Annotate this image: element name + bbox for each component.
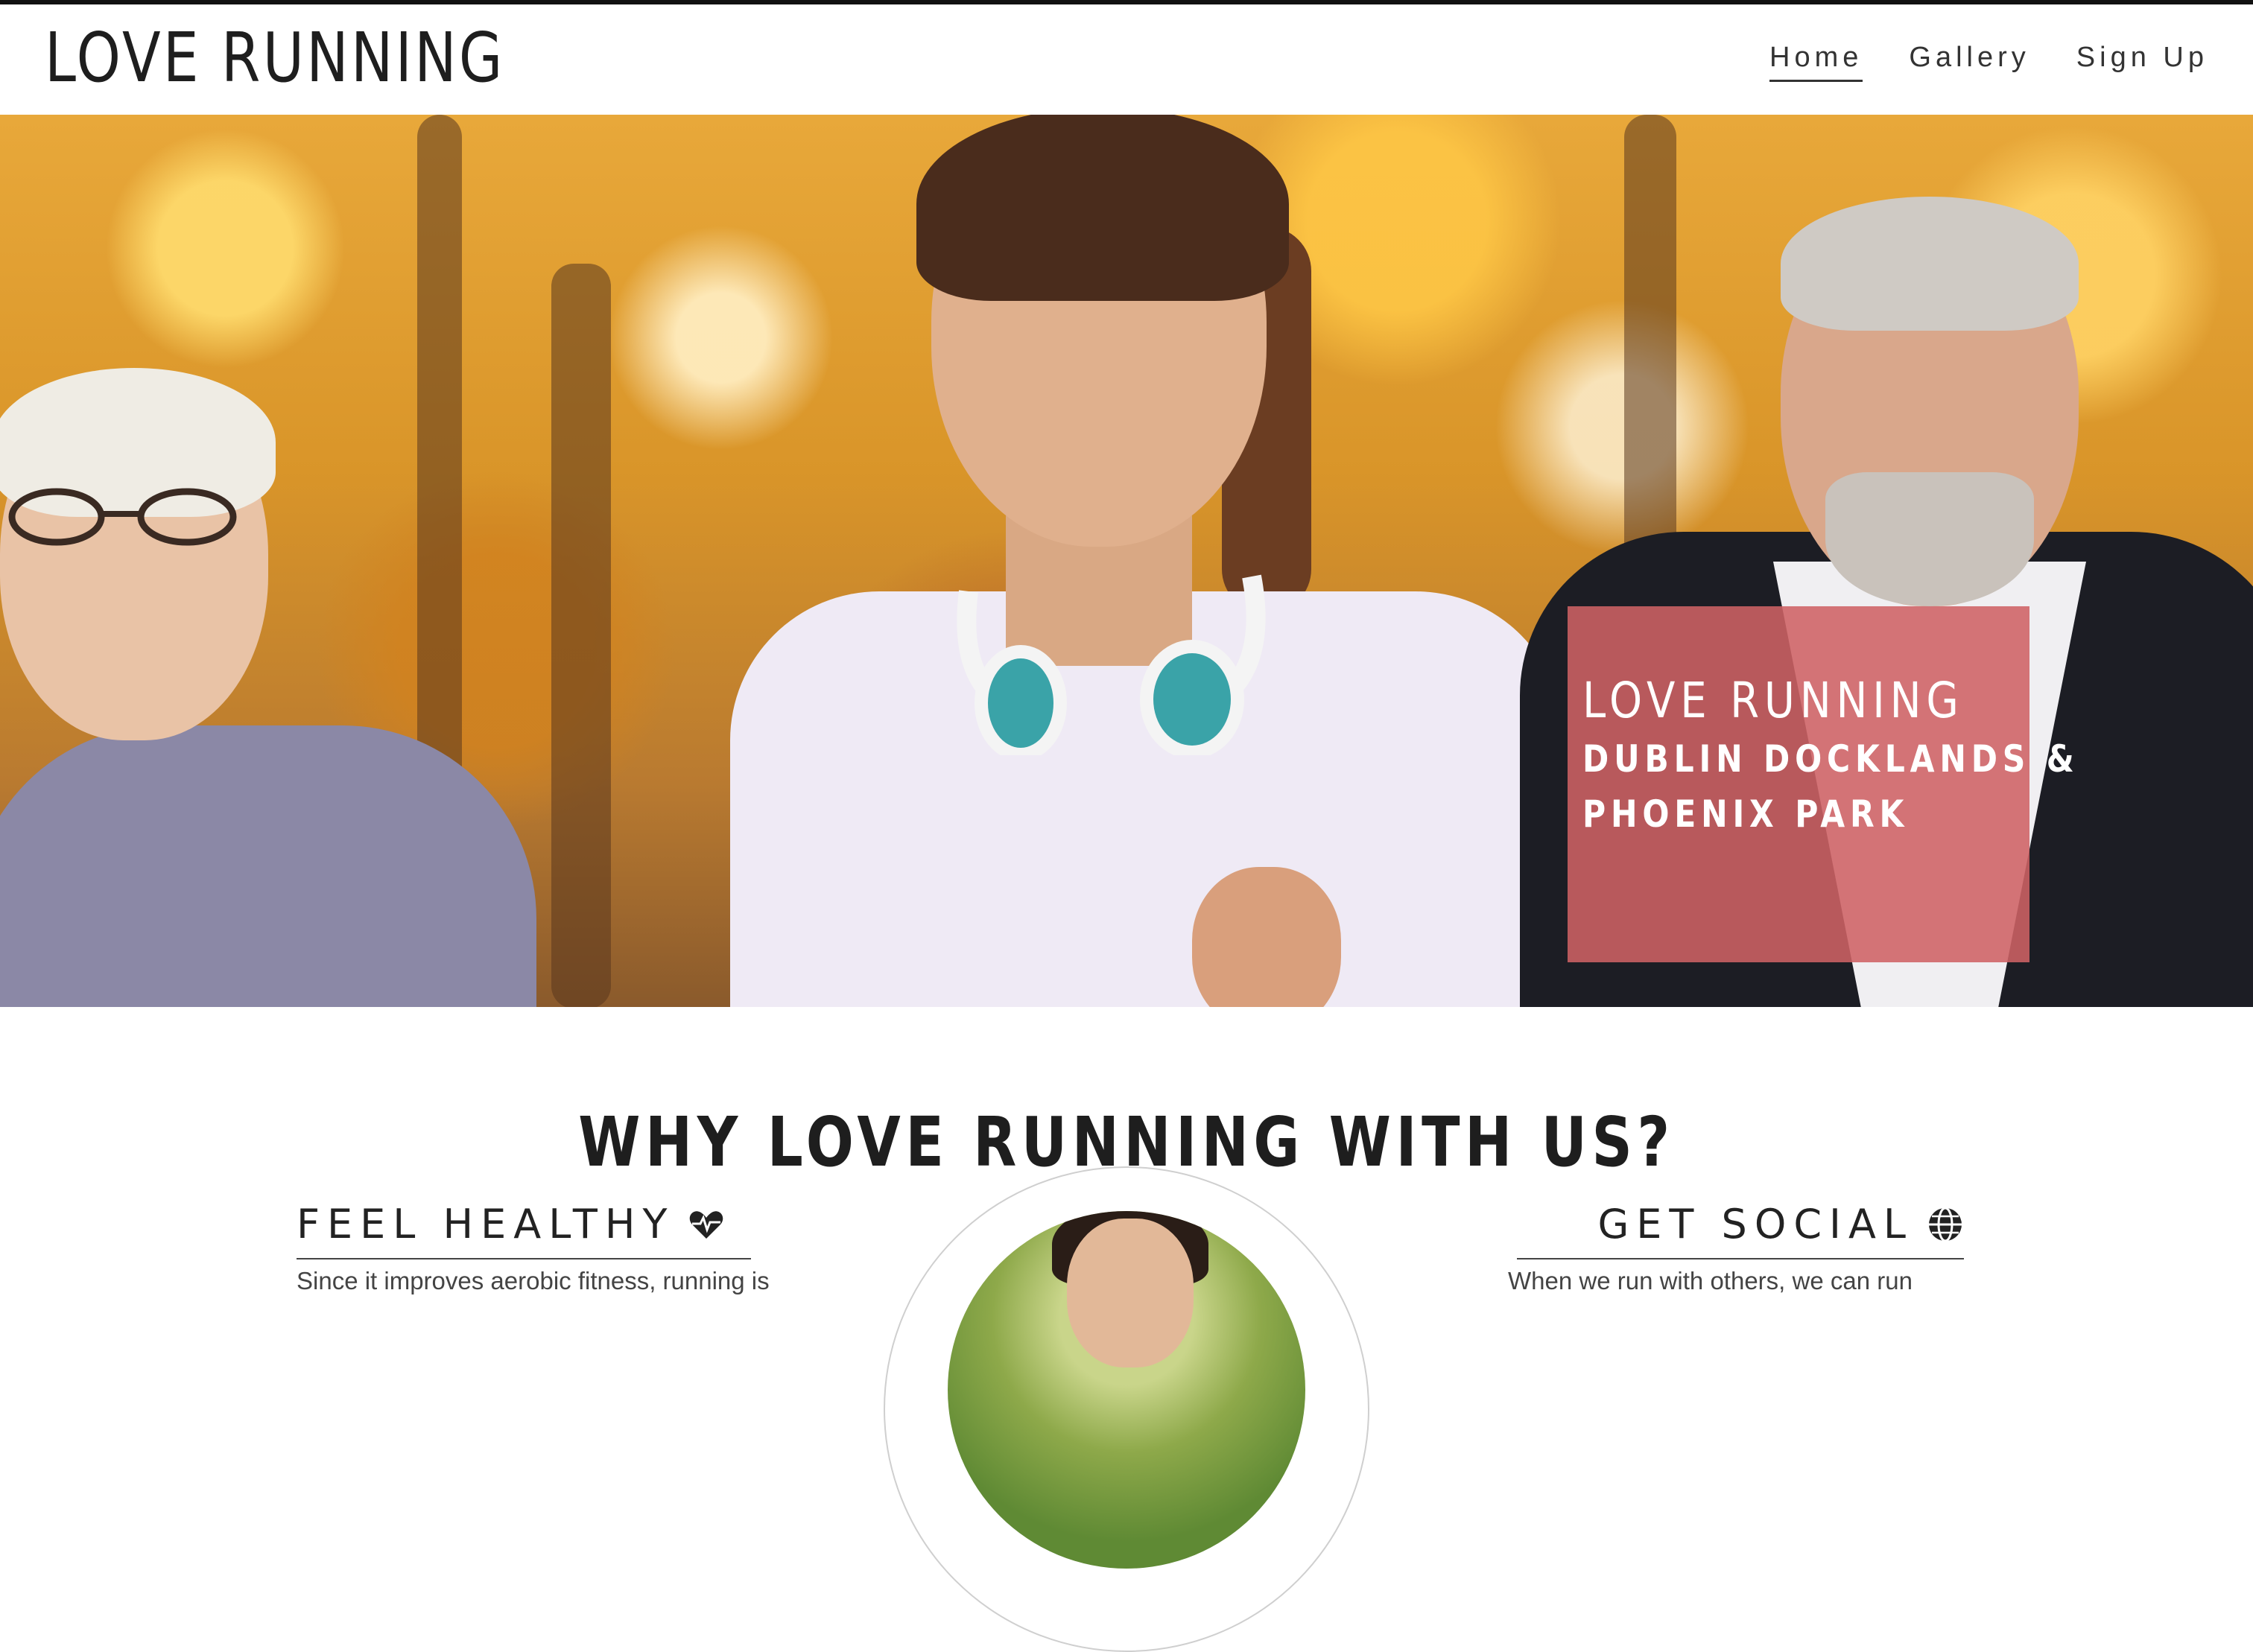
nav-link-home[interactable]: Home <box>1769 42 1863 82</box>
nav-link-gallery[interactable]: Gallery <box>1909 42 2029 82</box>
tree-trunk <box>551 264 611 1007</box>
feature-feel-healthy: FEEL HEALTHY Since it improves aerobic f… <box>297 1201 770 1295</box>
hero-card-location-line-2: PHOENIX PARK <box>1582 792 1910 836</box>
site-logo[interactable]: LOVE RUNNING <box>45 18 505 98</box>
runner-face <box>1067 1219 1194 1367</box>
heartbeat-icon <box>690 1210 723 1239</box>
older-woman-runner-body <box>0 725 536 1007</box>
young-woman-runner-hair <box>916 115 1289 301</box>
globe-icon <box>1929 1207 1962 1242</box>
feature-heading-text: FEEL HEALTHY <box>297 1201 675 1248</box>
main-nav: Home Gallery Sign Up <box>1769 42 2208 82</box>
feature-heading-text: GET SOCIAL <box>1597 1201 1913 1248</box>
hero-image: LOVE RUNNING DUBLIN DOCKLANDS & PHOENIX … <box>0 115 2253 1007</box>
older-man-beard <box>1825 472 2034 606</box>
hero-caption-card: LOVE RUNNING DUBLIN DOCKLANDS & PHOENIX … <box>1568 606 2074 962</box>
glasses-icon <box>8 488 237 546</box>
feature-description: When we run with others, we can run <box>1508 1267 1913 1294</box>
headphones-icon <box>957 574 1266 755</box>
site-header: LOVE RUNNING Home Gallery Sign Up <box>0 4 2253 115</box>
hero-card-location-line-1: DUBLIN DOCKLANDS & <box>1582 737 2079 781</box>
hero-card-title: LOVE RUNNING <box>1582 672 1964 729</box>
feature-description: Since it improves aerobic fitness, runni… <box>297 1267 770 1294</box>
feature-heading: FEEL HEALTHY <box>297 1201 751 1259</box>
young-woman-fist <box>1192 867 1341 1007</box>
older-man-runner-hair <box>1781 197 2079 331</box>
feature-get-social: GET SOCIAL When we run with others, we c… <box>1508 1201 1964 1295</box>
feature-heading: GET SOCIAL <box>1517 1201 1964 1259</box>
nav-link-sign-up[interactable]: Sign Up <box>2076 42 2208 82</box>
feature-runner-photo <box>948 1211 1305 1569</box>
